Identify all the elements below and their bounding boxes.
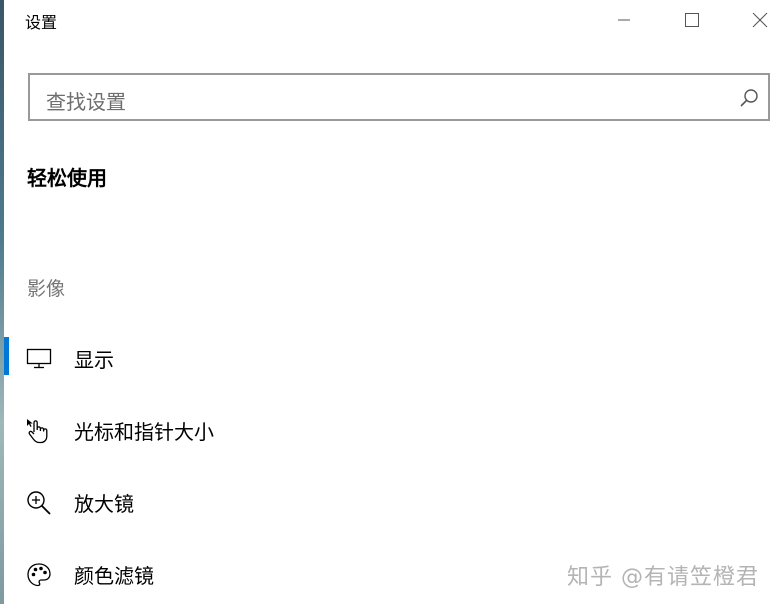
close-icon (752, 12, 768, 28)
minimize-button[interactable] (601, 0, 647, 40)
sidebar-item-magnifier[interactable]: 放大镜 (4, 478, 744, 526)
group-label-vision: 影像 (27, 278, 66, 300)
minimize-icon (618, 19, 630, 21)
selected-indicator (4, 337, 9, 375)
sidebar-item-label: 光标和指针大小 (74, 420, 214, 444)
sidebar-item-label: 放大镜 (74, 492, 134, 516)
title-bar: 设置 (4, 0, 781, 40)
magnifier-icon (27, 491, 51, 515)
search-placeholder: 查找设置 (46, 90, 126, 114)
palette-icon (27, 563, 51, 587)
watermark: 知乎 @有请笠橙君 (567, 565, 759, 590)
sidebar-item-label: 颜色滤镜 (74, 564, 154, 588)
sidebar-item-cursor-size[interactable]: 光标和指针大小 (4, 406, 744, 454)
window-title: 设置 (25, 13, 58, 32)
search-icon[interactable] (739, 88, 759, 108)
page-title: 轻松使用 (27, 166, 107, 190)
maximize-button[interactable] (669, 0, 715, 40)
sidebar-item-label: 显示 (74, 348, 114, 372)
maximize-icon (685, 13, 699, 27)
pointer-hand-icon (27, 419, 48, 444)
close-button[interactable] (737, 0, 781, 40)
monitor-icon (26, 348, 52, 369)
search-input[interactable]: 查找设置 (28, 73, 770, 121)
sidebar-item-display[interactable]: 显示 (4, 334, 744, 382)
